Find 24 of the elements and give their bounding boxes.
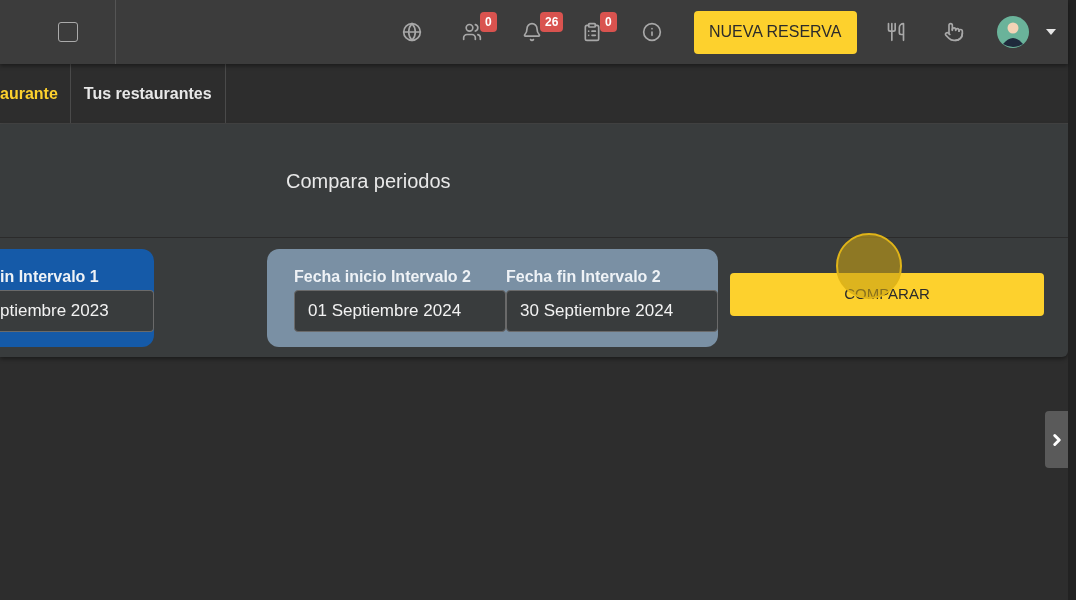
date-field[interactable]: 01 Septiembre 2024 [294,290,506,332]
count-badge: 26 [540,12,564,32]
caret-icon[interactable] [1045,29,1056,35]
clipboard-icon[interactable] [582,22,602,42]
field-label: Fecha inicio Intervalo 2 [294,267,472,287]
avatar[interactable] [996,16,1029,48]
bell-icon[interactable] [522,22,542,42]
field-label: Fecha fin Intervalo 2 [506,267,662,287]
users-icon[interactable] [462,22,482,42]
field-label: in Intervalo 1 [0,267,100,287]
pointer-icon[interactable] [943,22,964,42]
side-panel-toggle[interactable] [1045,411,1068,468]
square-icon[interactable] [58,22,78,42]
date-field[interactable]: ptiembre 2023 [0,290,154,332]
tab[interactable]: Tus restaurantes [70,64,226,123]
info-icon[interactable] [642,22,662,42]
count-badge: 0 [480,12,497,32]
globe-icon[interactable] [402,22,422,42]
tab[interactable]: aurante [0,64,71,123]
panel-title: Compara periodos [286,168,451,194]
date-field[interactable]: 30 Septiembre 2024 [506,290,718,332]
utensils-icon[interactable] [885,22,906,42]
count-badge: 0 [600,12,617,32]
new-reservation-button[interactable]: NUEVA RESERVA [694,10,857,54]
